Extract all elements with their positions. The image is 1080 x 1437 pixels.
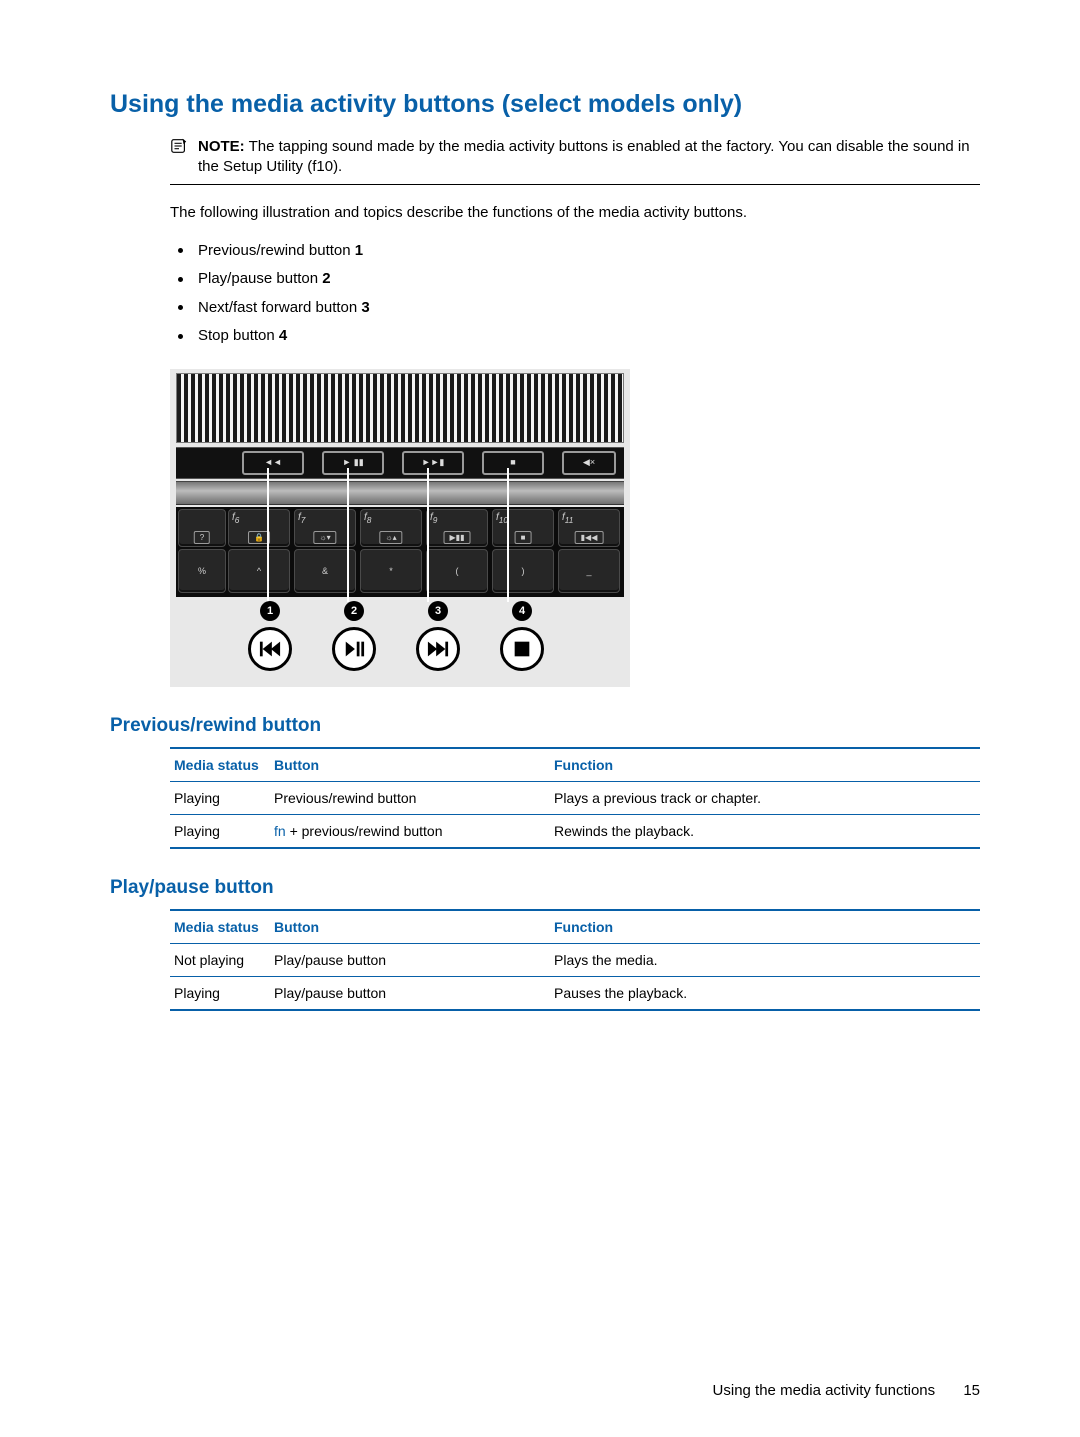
list-item: Stop button 4 xyxy=(170,322,980,351)
col-media-status: Media status xyxy=(170,910,270,944)
key-caret: ^ xyxy=(228,549,290,593)
col-function: Function xyxy=(550,910,980,944)
key-under: _ xyxy=(558,549,620,593)
hinge-bar xyxy=(176,481,624,505)
play-pause-table: Media status Button Function Not playing… xyxy=(170,909,980,1011)
media-next-icon: ►►▮ xyxy=(402,451,464,475)
page-number: 15 xyxy=(963,1382,980,1399)
list-item: Previous/rewind button 1 xyxy=(170,237,980,266)
intro-paragraph: The following illustration and topics de… xyxy=(170,203,980,223)
media-button-bar: ◄◄ ► ▮▮ ►►▮ ■ ◀× xyxy=(176,447,624,479)
play-pause-icon xyxy=(332,627,376,671)
table-row: Not playing Play/pause button Plays the … xyxy=(170,943,980,976)
table-row: Playing fn + previous/rewind button Rewi… xyxy=(170,814,980,848)
next-fast-forward-icon xyxy=(416,627,460,671)
table-row: Playing Previous/rewind button Plays a p… xyxy=(170,781,980,814)
key-f11: f11 ▮◀◀ xyxy=(558,509,620,547)
page-footer: Using the media activity functions 15 xyxy=(713,1382,980,1399)
brightness-up-icon: ☼▴ xyxy=(379,531,402,544)
note-icon xyxy=(170,137,188,155)
note-label: NOTE: xyxy=(198,138,245,155)
callout-line xyxy=(267,468,269,602)
list-item: Next/fast forward button 3 xyxy=(170,294,980,323)
key-f8: f8 ☼▴ xyxy=(360,509,422,547)
key-f10: f10 ■ xyxy=(492,509,554,547)
callout-badge: 2 xyxy=(344,601,364,621)
col-button: Button xyxy=(270,910,550,944)
section-heading-previous-rewind: Previous/rewind button xyxy=(110,715,980,737)
play-pause-icon: ▶▮▮ xyxy=(444,531,471,544)
col-button: Button xyxy=(270,748,550,782)
page-heading: Using the media activity buttons (select… xyxy=(110,90,980,119)
brightness-down-icon: ☼▾ xyxy=(313,531,336,544)
callout-line xyxy=(507,468,509,602)
stop-icon: ■ xyxy=(515,531,532,544)
note-body-text: The tapping sound made by the media acti… xyxy=(198,138,970,175)
callout-line xyxy=(347,468,349,602)
table-row: Playing Play/pause button Pauses the pla… xyxy=(170,976,980,1010)
help-icon: ? xyxy=(194,531,210,544)
button-summary-list: Previous/rewind button 1 Play/pause butt… xyxy=(170,237,980,351)
callout-badge: 1 xyxy=(260,601,280,621)
key-ast: * xyxy=(360,549,422,593)
key-percent: % xyxy=(178,549,226,593)
previous-rewind-table: Media status Button Function Playing Pre… xyxy=(170,747,980,849)
list-item: Play/pause button 2 xyxy=(170,265,980,294)
footer-section-title: Using the media activity functions xyxy=(713,1382,936,1399)
callout-line xyxy=(427,468,429,602)
prev-track-icon: ▮◀◀ xyxy=(575,531,604,544)
speaker-grille xyxy=(176,373,624,443)
previous-rewind-icon xyxy=(248,627,292,671)
key-f9: f9 ▶▮▮ xyxy=(426,509,488,547)
note-block: NOTE: The tapping sound made by the medi… xyxy=(170,137,980,178)
key-f6: f6 🔒 xyxy=(228,509,290,547)
col-media-status: Media status xyxy=(170,748,270,782)
key-lparen: ( xyxy=(426,549,488,593)
function-key-row: ? f6 🔒 f7 ☼▾ f8 ☼▴ f9 ▶▮▮ f10 ■ xyxy=(176,507,624,597)
col-function: Function xyxy=(550,748,980,782)
note-text: NOTE: The tapping sound made by the medi… xyxy=(198,137,980,178)
media-prev-icon: ◄◄ xyxy=(242,451,304,475)
callout-badge: 4 xyxy=(512,601,532,621)
media-mute-icon: ◀× xyxy=(562,451,616,475)
section-heading-play-pause: Play/pause button xyxy=(110,877,980,899)
key-f5: ? xyxy=(178,509,226,547)
media-play-pause-icon: ► ▮▮ xyxy=(322,451,384,475)
callout-badge: 3 xyxy=(428,601,448,621)
key-rparen: ) xyxy=(492,549,554,593)
stop-icon xyxy=(500,627,544,671)
note-divider xyxy=(170,184,980,185)
media-stop-icon: ■ xyxy=(482,451,544,475)
keyboard-illustration: ◄◄ ► ▮▮ ►►▮ ■ ◀× ? f6 🔒 f7 ☼▾ f8 ☼▴ xyxy=(170,369,630,687)
callout-row: 1 2 3 4 xyxy=(176,601,624,671)
